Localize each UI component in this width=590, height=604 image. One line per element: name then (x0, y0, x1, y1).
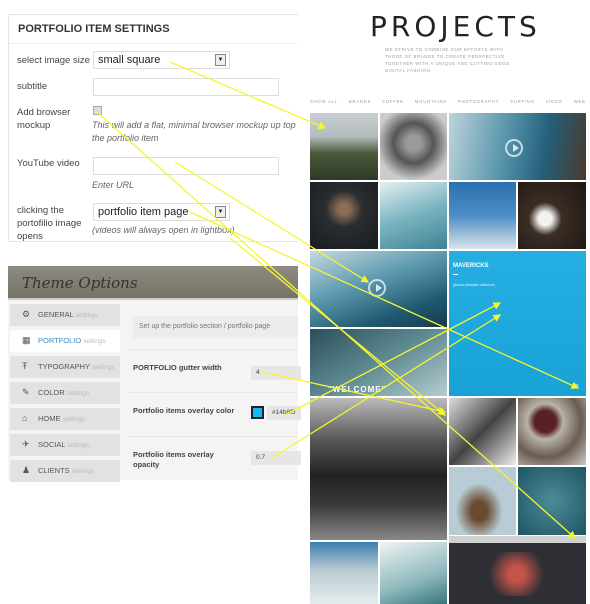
nav-label: COLOR (38, 388, 65, 397)
portfolio-tile[interactable] (518, 182, 586, 249)
portfolio-tile[interactable] (380, 182, 447, 249)
bird-icon: ✈ (22, 439, 30, 449)
youtube-input[interactable] (93, 157, 279, 175)
portfolio-tile[interactable] (449, 182, 516, 249)
portfolio-tile[interactable] (310, 398, 447, 540)
nav-label: HOME (38, 414, 61, 423)
chevron-down-icon: ▼ (215, 54, 226, 66)
browser-mockup-label: Add browser mockup (17, 107, 71, 131)
nav-sub: settings (66, 390, 90, 397)
sidebar-item-home[interactable]: ⌂ HOME settings (10, 408, 120, 430)
brush-icon: ✎ (22, 387, 30, 397)
sidebar-item-general[interactable]: ⚙ GENERAL settings (10, 304, 120, 326)
featured-title: MAVERICKS (453, 263, 489, 269)
filter-brands[interactable]: BRANDS (349, 99, 371, 104)
portfolio-tile-browser-mockup[interactable] (449, 536, 586, 604)
sidebar-item-social[interactable]: ✈ SOCIAL settings (10, 434, 120, 456)
filter-bar: SHOW ALL BRANDS COFFEE MOUNTAINS PHOTOGRAPHY… (310, 99, 590, 104)
nav-sub: settings (75, 312, 99, 319)
people-icon: ♟ (22, 465, 31, 475)
portfolio-tile[interactable] (449, 398, 516, 465)
click-action-select[interactable]: portfolio item page ▼ (93, 203, 230, 221)
link-icon[interactable]: ∞ (573, 381, 579, 390)
play-icon[interactable] (505, 139, 523, 157)
browser-mockup-hint: This will add a flat, minimal browser mo… (92, 120, 296, 143)
portfolio-tile[interactable] (310, 182, 378, 249)
nav-label: TYPOGRAPHY (38, 362, 90, 371)
image-size-label: select image size (17, 55, 90, 66)
sidebar-item-typography[interactable]: Ŧ TYPOGRAPHY settings (10, 356, 120, 378)
subtitle-label: subtitle (17, 81, 48, 92)
browser-mockup-checkbox[interactable] (93, 106, 102, 115)
filter-video[interactable]: VIDEO (546, 99, 563, 104)
portfolio-tile[interactable] (518, 398, 586, 465)
portfolio-tile[interactable]: "WELCOME" (310, 329, 447, 396)
click-action-value: portfolio item page (98, 206, 189, 218)
click-action-label: clicking the portofilio image opens (17, 205, 82, 242)
gutter-label: PORTFOLIO gutter width (133, 363, 222, 372)
filter-web[interactable]: WEB (574, 99, 586, 104)
color-swatch[interactable] (251, 406, 264, 419)
portfolio-tile[interactable] (380, 113, 447, 180)
portfolio-tile-featured[interactable]: MAVERICKS global website relaunch ∞ (449, 251, 586, 396)
filter-coffee[interactable]: COFFEE (382, 99, 404, 104)
portfolio-item-settings-panel: PORTFOLIO ITEM SETTINGS select image siz… (8, 14, 298, 242)
image-size-value: small square (98, 54, 161, 66)
overlay-color-input[interactable]: #14b8f5 (267, 406, 301, 420)
theme-options-panel: Theme Options ⚙ GENERAL settings ▦ PORTFOLI… (8, 266, 301, 482)
grid-icon: ▦ (22, 335, 31, 345)
filter-show-all[interactable]: SHOW ALL (310, 99, 338, 104)
portfolio-tile[interactable] (310, 542, 378, 604)
nav-label: SOCIAL (38, 440, 66, 449)
nav-label: GENERAL (38, 310, 74, 319)
nav-sub: settings (62, 416, 85, 423)
welcome-text: "WELCOME" (328, 385, 387, 394)
filter-photography[interactable]: PHOTOGRAPHY (458, 99, 499, 104)
nav-sub: settings (67, 442, 90, 449)
click-action-hint: (videos will always open in lightbox) (92, 225, 235, 235)
home-icon: ⌂ (22, 413, 28, 423)
overlay-color-label: Portfolio items overlay color (133, 406, 235, 415)
gutter-input[interactable]: 4 (251, 366, 301, 380)
theme-options-title: Theme Options (8, 266, 298, 300)
portfolio-tile[interactable] (449, 113, 586, 180)
nav-sub: settings (83, 338, 106, 345)
section-description: Set up the portfolio section / portfolio… (133, 316, 298, 338)
overlay-opacity-label: Portfolio items overlay opacity (133, 450, 214, 469)
projects-description: WE STRIVE TO COMBINE OUR EFFORTS WITH TH… (385, 47, 510, 73)
chevron-down-icon: ▼ (215, 206, 226, 218)
image-size-select[interactable]: small square ▼ (93, 51, 230, 69)
youtube-label: YouTube video (17, 158, 80, 169)
nav-sub: settings (92, 364, 115, 371)
nav-label: PORTFOLIO (38, 336, 82, 345)
portfolio-tile[interactable] (310, 113, 378, 180)
overlay-opacity-input[interactable]: 0.7 (251, 451, 301, 465)
portfolio-tile[interactable] (310, 251, 447, 327)
nav-sub: settings (71, 468, 95, 475)
portfolio-tile[interactable] (380, 542, 447, 604)
sidebar-item-color[interactable]: ✎ COLOR settings (10, 382, 120, 404)
filter-mountains[interactable]: MOUNTAINS (415, 99, 447, 104)
sidebar-item-portfolio[interactable]: ▦ PORTFOLIO settings (10, 330, 120, 352)
gear-icon: ⚙ (22, 309, 31, 319)
portfolio-tile[interactable] (449, 467, 516, 535)
play-icon[interactable] (368, 279, 386, 297)
nav-label: CLIENTS (38, 466, 70, 475)
typography-icon: Ŧ (22, 361, 28, 371)
portfolio-tile[interactable] (518, 467, 586, 535)
subtitle-input[interactable] (93, 78, 279, 96)
projects-title: PROJECTS (370, 10, 541, 43)
panel-title: PORTFOLIO ITEM SETTINGS (9, 15, 298, 44)
filter-surfing[interactable]: SURFING (510, 99, 534, 104)
featured-subtitle: global website relaunch (453, 282, 495, 287)
sidebar-item-clients[interactable]: ♟ CLIENTS settings (10, 460, 120, 482)
youtube-hint: Enter URL (92, 180, 135, 190)
